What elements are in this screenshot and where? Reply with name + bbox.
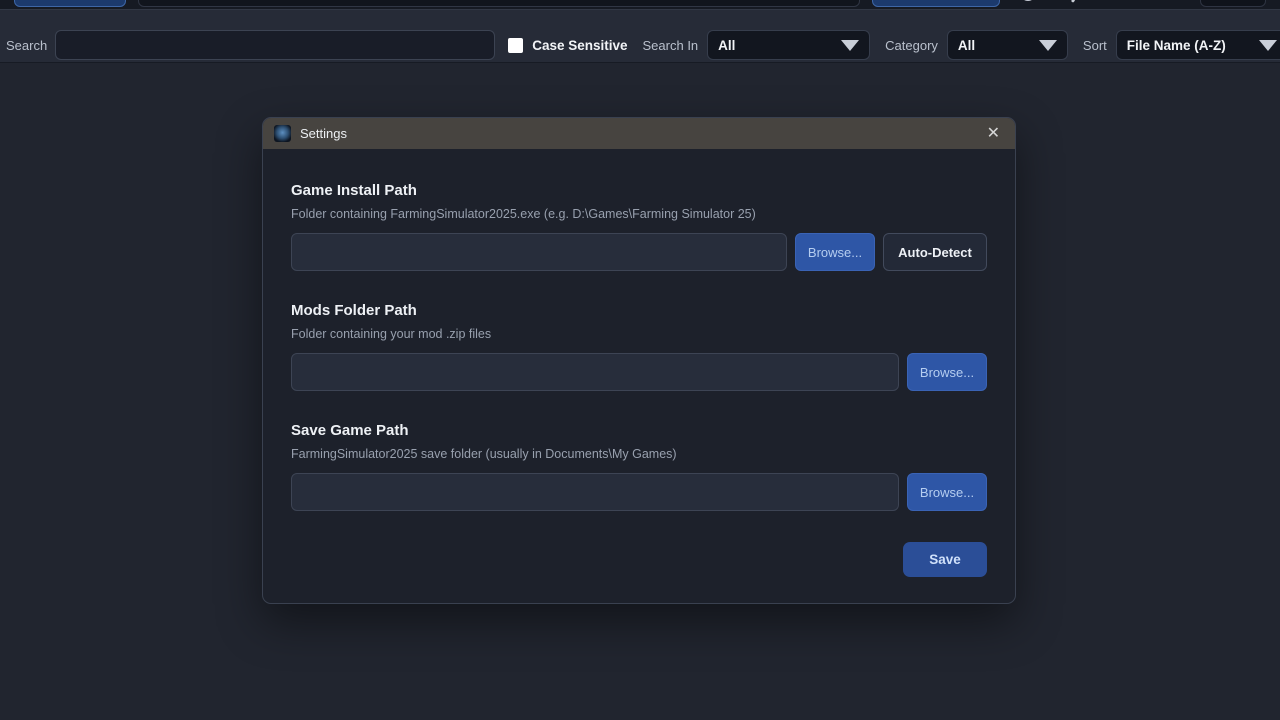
browse-button[interactable]: Browse... — [907, 473, 987, 511]
case-sensitive-checkbox[interactable] — [508, 38, 523, 53]
image-scale-value: 100% — [1209, 0, 1240, 1]
section-heading: Save Game Path — [291, 422, 987, 439]
sort-value: File Name (A-Z) — [1127, 38, 1226, 53]
help-icon[interactable] — [1071, 0, 1080, 3]
chevron-down-icon — [1259, 40, 1277, 51]
category-dropdown[interactable]: All — [947, 30, 1068, 60]
section-description: Folder containing FarmingSimulator2025.e… — [291, 207, 987, 221]
save-game-path-input[interactable] — [291, 473, 899, 511]
filter-toolbar: Search Case Sensitive Search In All Cate… — [0, 10, 1280, 63]
image-scale-label: Image Scale — [1113, 0, 1188, 7]
sort-dropdown[interactable]: File Name (A-Z) — [1116, 30, 1280, 60]
folder-path-input[interactable] — [138, 0, 860, 7]
sort-label: Sort — [1083, 38, 1107, 53]
section-heading: Game Install Path — [291, 182, 987, 199]
dialog-titlebar[interactable]: Settings ✕ — [263, 118, 1015, 149]
settings-dialog: Settings ✕ Game Install Path Folder cont… — [262, 117, 1016, 604]
app-window: Select Folder Load Files Image Scale 100… — [0, 0, 1280, 720]
browse-button[interactable]: Browse... — [907, 353, 987, 391]
section-description: Folder containing your mod .zip files — [291, 327, 987, 341]
game-install-path-input[interactable] — [291, 233, 787, 271]
chevron-down-icon — [1039, 40, 1057, 51]
browse-button[interactable]: Browse... — [795, 233, 875, 271]
save-game-path-section: Save Game Path FarmingSimulator2025 save… — [291, 422, 987, 511]
search-in-label: Search In — [643, 38, 699, 53]
image-scale-dropdown[interactable]: 100% — [1200, 0, 1266, 7]
search-in-value: All — [718, 38, 735, 53]
dialog-title: Settings — [300, 126, 347, 141]
select-folder-button[interactable]: Select Folder — [14, 0, 126, 7]
search-label: Search — [6, 38, 47, 53]
chevron-down-icon — [841, 40, 859, 51]
top-toolbar: Select Folder Load Files Image Scale 100… — [0, 0, 1280, 10]
section-description: FarmingSimulator2025 save folder (usuall… — [291, 447, 987, 461]
refresh-icon[interactable] — [1020, 0, 1036, 1]
save-button[interactable]: Save — [903, 542, 987, 577]
case-sensitive-label: Case Sensitive — [532, 38, 627, 53]
close-icon[interactable]: ✕ — [983, 124, 1004, 144]
load-files-button[interactable]: Load Files — [872, 0, 1000, 7]
game-install-path-section: Game Install Path Folder containing Farm… — [291, 182, 987, 271]
app-icon — [274, 125, 291, 142]
auto-detect-button[interactable]: Auto-Detect — [883, 233, 987, 271]
search-in-dropdown[interactable]: All — [707, 30, 870, 60]
mods-folder-path-input[interactable] — [291, 353, 899, 391]
section-heading: Mods Folder Path — [291, 302, 987, 319]
category-label: Category — [885, 38, 938, 53]
search-input[interactable] — [55, 30, 495, 60]
mods-folder-path-section: Mods Folder Path Folder containing your … — [291, 302, 987, 391]
dialog-body: Game Install Path Folder containing Farm… — [263, 149, 1015, 577]
category-value: All — [958, 38, 975, 53]
